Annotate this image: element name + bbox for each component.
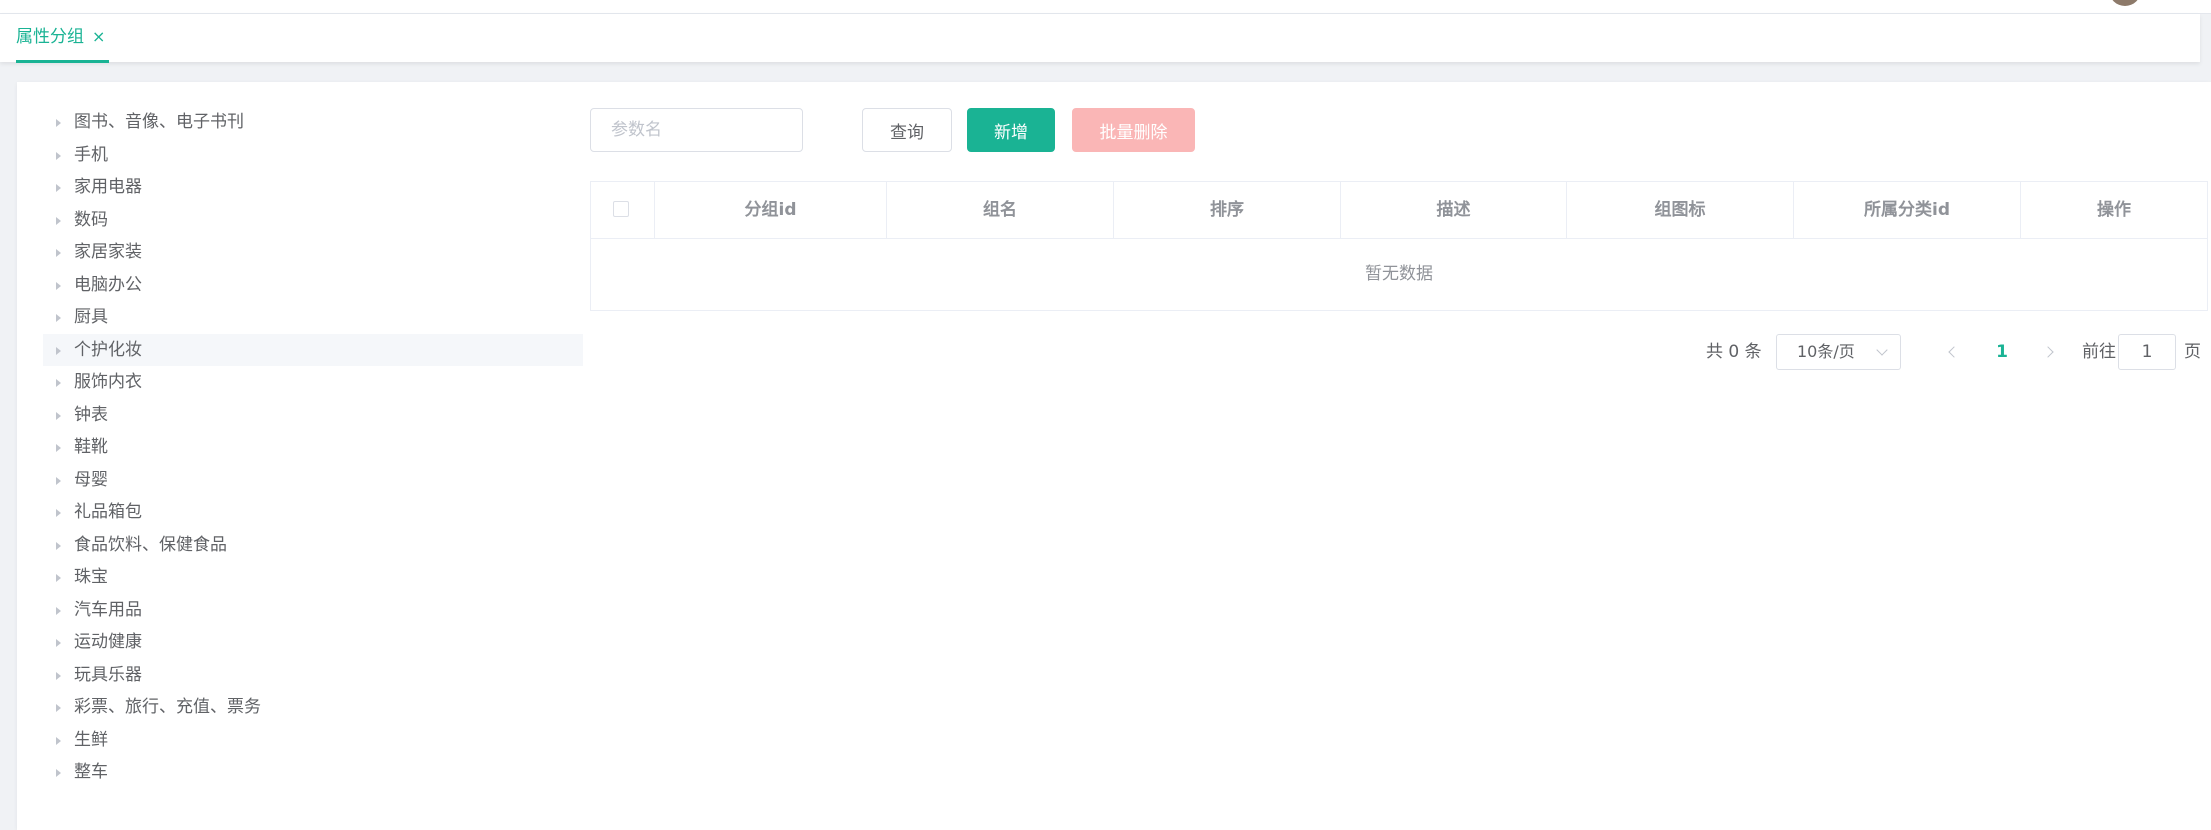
prev-page-button[interactable] [1938, 334, 1968, 370]
goto-suffix: 页 [2184, 342, 2201, 362]
caret-right-icon[interactable] [56, 346, 61, 355]
tree-node[interactable]: 玩具乐器 [43, 659, 583, 692]
goto-page-input[interactable] [2118, 334, 2176, 370]
caret-right-icon[interactable] [56, 769, 61, 777]
tree-node-label: 整车 [74, 762, 108, 782]
tab-attr-group[interactable]: 属性分组 × [16, 14, 110, 63]
page-number-current[interactable]: 1 [1987, 334, 2017, 370]
param-name-input[interactable] [590, 108, 803, 152]
caret-right-icon[interactable] [56, 184, 61, 192]
main-panel: 图书、音像、电子书刊 手机 家用电器 数码 家居家装 电脑办公 厨具 个护化妆 … [17, 82, 2211, 830]
tree-node[interactable]: 鞋靴 [43, 431, 583, 464]
tree-node-label: 珠宝 [74, 567, 108, 587]
column-header-group-id[interactable]: 分组id [655, 182, 887, 238]
tree-node-label: 食品饮料、保健食品 [74, 534, 227, 555]
tree-node-label: 彩票、旅行、充值、票务 [74, 697, 261, 717]
caret-right-icon[interactable] [56, 119, 61, 127]
column-header-category-id[interactable]: 所属分类id [1794, 182, 2021, 238]
tree-node[interactable]: 汽车用品 [43, 594, 583, 627]
tree-node-label: 鞋靴 [74, 437, 108, 457]
tree-node[interactable]: 珠宝 [43, 561, 583, 594]
tree-node-label: 运动健康 [74, 632, 142, 652]
caret-right-icon[interactable] [56, 281, 61, 290]
tree-node-label: 手机 [74, 144, 108, 165]
tree-node[interactable]: 运动健康 [43, 626, 583, 659]
select-all-checkbox[interactable] [613, 201, 629, 217]
column-header-group-name[interactable]: 组名 [887, 182, 1114, 238]
caret-right-icon[interactable] [56, 249, 61, 257]
caret-right-icon[interactable] [56, 509, 61, 517]
caret-right-icon[interactable] [56, 444, 61, 452]
add-button[interactable]: 新增 [967, 108, 1055, 152]
tree-node-label: 礼品箱包 [74, 502, 142, 522]
pagination-total: 共 0 条 [1706, 342, 1762, 362]
tree-node-label: 生鲜 [74, 729, 108, 750]
query-button[interactable]: 查询 [862, 108, 952, 152]
tree-node[interactable]: 图书、音像、电子书刊 [43, 106, 583, 139]
tree-node-label: 数码 [74, 209, 108, 230]
tree-node-label: 图书、音像、电子书刊 [74, 112, 244, 132]
empty-text: 暂无数据 [1365, 264, 1433, 284]
caret-right-icon[interactable] [56, 411, 61, 420]
tree-node[interactable]: 数码 [43, 204, 583, 237]
chevron-right-icon [2042, 346, 2054, 358]
tree-node[interactable]: 生鲜 [43, 724, 583, 757]
caret-right-icon[interactable] [56, 574, 61, 582]
caret-right-icon[interactable] [56, 476, 61, 485]
tab-label: 属性分组 [16, 27, 84, 47]
tree-node[interactable]: 礼品箱包 [43, 496, 583, 529]
tree-node[interactable]: 母婴 [43, 464, 583, 497]
tree-node-label: 汽车用品 [74, 599, 142, 620]
tree-node[interactable]: 彩票、旅行、充值、票务 [43, 691, 583, 724]
attr-group-table: 分组id 组名 排序 描述 组图标 所属分类id 操作 暂无数据 [590, 181, 2208, 311]
caret-right-icon[interactable] [56, 639, 61, 647]
tree-node-label: 家用电器 [74, 177, 142, 197]
tree-node-hovered[interactable]: 个护化妆 [43, 333, 583, 366]
tree-node[interactable]: 钟表 [43, 399, 583, 432]
tree-node[interactable]: 手机 [43, 139, 583, 172]
column-header-group-icon[interactable]: 组图标 [1567, 182, 1794, 238]
tree-node[interactable]: 家居家装 [43, 236, 583, 269]
column-header-actions: 操作 [2097, 200, 2131, 220]
tree-node[interactable]: 服饰内衣 [43, 366, 583, 399]
tree-node[interactable]: 厨具 [43, 301, 583, 334]
tree-node-label: 母婴 [74, 469, 108, 490]
tree-node-label: 电脑办公 [74, 274, 142, 295]
table-header: 分组id 组名 排序 描述 组图标 所属分类id 操作 [591, 182, 2207, 239]
chevron-left-icon [1948, 346, 1960, 358]
tree-node-label: 家居家装 [74, 242, 142, 262]
page-size-value: 10条/页 [1797, 342, 1855, 361]
tree-node[interactable]: 家用电器 [43, 171, 583, 204]
goto-label: 前往 [2082, 342, 2116, 362]
category-tree: 图书、音像、电子书刊 手机 家用电器 数码 家居家装 电脑办公 厨具 个护化妆 … [43, 106, 583, 789]
select-all-cell [591, 182, 655, 238]
caret-right-icon[interactable] [56, 151, 61, 160]
next-page-button[interactable] [2036, 334, 2066, 370]
close-icon[interactable]: × [92, 27, 105, 46]
caret-right-icon[interactable] [56, 671, 61, 680]
caret-right-icon[interactable] [56, 736, 61, 745]
tree-node[interactable]: 电脑办公 [43, 269, 583, 302]
tree-node-label: 玩具乐器 [74, 664, 142, 685]
caret-right-icon[interactable] [56, 216, 61, 225]
chevron-down-icon [1876, 344, 1888, 356]
tree-node-label: 个护化妆 [74, 339, 142, 360]
caret-right-icon[interactable] [56, 704, 61, 712]
tabs-bar: 属性分组 × [0, 14, 2200, 63]
caret-right-icon[interactable] [56, 541, 61, 550]
tree-node-label: 钟表 [74, 404, 108, 425]
tree-node-label: 服饰内衣 [74, 372, 142, 392]
column-header-description[interactable]: 描述 [1341, 182, 1567, 238]
tree-node-label: 厨具 [74, 307, 108, 327]
tree-node[interactable]: 整车 [43, 756, 583, 789]
page-size-select[interactable]: 10条/页 [1776, 334, 1901, 370]
top-navbar [0, 0, 2211, 14]
caret-right-icon[interactable] [56, 606, 61, 615]
avatar[interactable] [2109, 0, 2141, 6]
caret-right-icon[interactable] [56, 379, 61, 387]
batch-delete-button: 批量删除 [1072, 108, 1195, 152]
tree-node[interactable]: 食品饮料、保健食品 [43, 529, 583, 562]
column-header-sort[interactable]: 排序 [1114, 182, 1341, 238]
caret-right-icon[interactable] [56, 314, 61, 322]
